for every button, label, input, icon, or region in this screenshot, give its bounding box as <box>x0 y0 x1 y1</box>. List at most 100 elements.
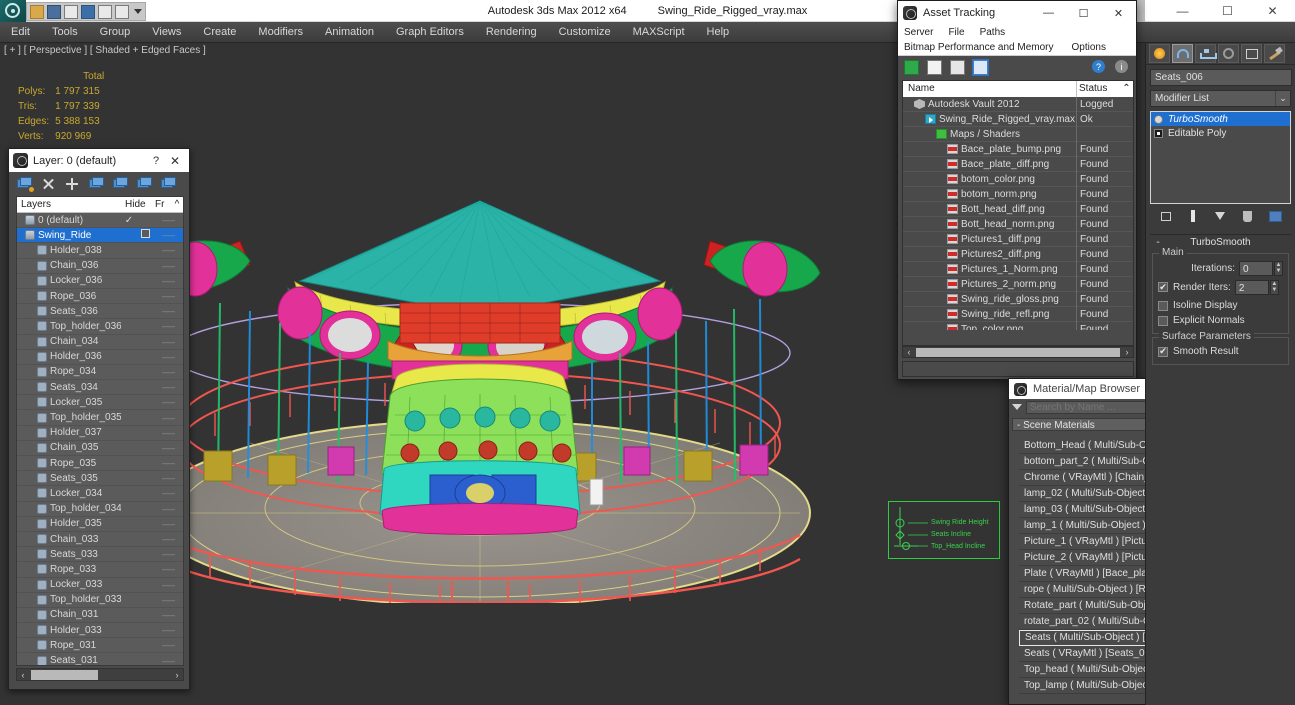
menu-item-modifiers[interactable]: Modifiers <box>247 22 314 43</box>
layer-hide-cell[interactable]: ––– <box>153 245 183 255</box>
layer-hide-cell[interactable]: ––– <box>153 504 183 514</box>
menu-item-create[interactable]: Create <box>192 22 247 43</box>
layer-hide-cell[interactable]: ––– <box>153 519 183 529</box>
asset-scroll-up-icon[interactable]: ⌃ <box>1120 81 1133 97</box>
layer-rows[interactable]: 0 (default) ✓ ––– Swing_Ride ––– Holder_038 ––… <box>17 213 183 665</box>
layer-row[interactable]: Holder_035 ––– <box>17 517 183 532</box>
layer-row[interactable]: Locker_033 ––– <box>17 578 183 593</box>
menu-item-help[interactable]: Help <box>696 22 741 43</box>
layer-current-check[interactable]: ✓ <box>121 215 137 226</box>
maximize-button[interactable]: ☐ <box>1205 0 1250 22</box>
material-browser-menu-icon[interactable] <box>1012 404 1022 410</box>
layer-row[interactable]: Chain_035 ––– <box>17 441 183 456</box>
smooth-result-checkbox[interactable]: ✔ <box>1158 346 1168 357</box>
asset-menu-file[interactable]: File <box>948 25 964 40</box>
layer-row[interactable]: Top_holder_033 ––– <box>17 593 183 608</box>
layer-scroll-up-icon[interactable]: ^ <box>171 197 183 212</box>
close-button[interactable]: ✕ <box>1250 0 1295 22</box>
render-iters-spinner[interactable]: ▲ ▼ <box>1269 279 1279 295</box>
layer-hide-cell[interactable]: ––– <box>153 306 183 316</box>
asset-horizontal-scrollbar[interactable]: ‹ › <box>902 346 1134 358</box>
render-iters-checkbox[interactable]: ✔ <box>1158 282 1168 292</box>
layer-row[interactable]: Rope_033 ––– <box>17 562 183 578</box>
layer-hide-cell[interactable]: ––– <box>153 261 183 271</box>
asset-row[interactable]: Bott_head_diff.png Found <box>903 201 1133 217</box>
layer-row[interactable]: Seats_031 ––– <box>17 653 183 665</box>
layer-hide-cell[interactable]: ––– <box>153 230 183 240</box>
remove-modifier-icon[interactable] <box>1240 209 1256 223</box>
layer-hide-cell[interactable]: ––– <box>153 321 183 331</box>
asset-menu-options[interactable]: Options <box>1072 40 1106 55</box>
asset-menu-bitmap-performance-and-memory[interactable]: Bitmap Performance and Memory <box>904 40 1054 55</box>
explicit-normals-checkbox[interactable] <box>1158 315 1168 326</box>
layer-scroll-left-icon[interactable]: ‹ <box>17 670 29 680</box>
add-selection-to-layer-icon[interactable] <box>137 177 152 191</box>
minimize-button[interactable]: — <box>1160 0 1205 22</box>
layer-row[interactable]: Rope_034 ––– <box>17 365 183 381</box>
layer-hide-cell[interactable]: ––– <box>153 595 183 605</box>
tab-create[interactable] <box>1149 44 1170 63</box>
layer-row[interactable]: Chain_034 ––– <box>17 335 183 350</box>
layer-row[interactable]: Seats_033 ––– <box>17 547 183 563</box>
asset-row[interactable]: Bott_head_norm.png Found <box>903 216 1133 232</box>
layer-row[interactable]: Chain_036 ––– <box>17 259 183 274</box>
highlight-selected-objects-icon[interactable] <box>113 177 128 191</box>
layer-hide-cell[interactable]: ––– <box>153 352 183 362</box>
asset-scroll-left-icon[interactable]: ‹ <box>903 347 915 357</box>
asset-scroll-thumb[interactable] <box>916 347 1120 357</box>
layer-row[interactable]: Rope_035 ––– <box>17 456 183 472</box>
layer-row[interactable]: Top_holder_035 ––– <box>17 410 183 426</box>
asset-row[interactable]: Bace_plate_bump.png Found <box>903 141 1133 157</box>
layer-hide-cell[interactable]: ––– <box>153 215 183 225</box>
menu-item-animation[interactable]: Animation <box>314 22 385 43</box>
layer-hide-cell[interactable]: ––– <box>153 337 183 347</box>
tab-display[interactable] <box>1241 44 1262 63</box>
layer-render-toggle[interactable] <box>137 229 153 241</box>
layer-hide-cell[interactable]: ––– <box>153 656 183 665</box>
add-to-layer-icon[interactable] <box>65 177 80 191</box>
layer-row[interactable]: Locker_034 ––– <box>17 486 183 502</box>
layer-hide-cell[interactable]: ––– <box>153 625 183 635</box>
tab-hierarchy[interactable] <box>1195 44 1217 63</box>
asset-row[interactable]: Pictures_1_Norm.png Found <box>903 261 1133 277</box>
asset-row[interactable]: Autodesk Vault 2012 Logged <box>903 97 1133 112</box>
asset-row[interactable]: Pictures1_diff.png Found <box>903 231 1133 247</box>
iterations-value[interactable]: 0 <box>1239 260 1273 276</box>
asset-close-button[interactable]: ✕ <box>1101 7 1136 20</box>
layer-hide-cell[interactable]: ––– <box>153 458 183 468</box>
layer-hide-cell[interactable]: ––– <box>153 549 183 559</box>
layer-hide-cell[interactable]: ––– <box>153 276 183 286</box>
thumbnail-view-icon[interactable] <box>950 60 965 75</box>
asset-menu-paths[interactable]: Paths <box>980 25 1006 40</box>
base-object-icon[interactable] <box>1154 128 1163 138</box>
pin-stack-icon[interactable] <box>1158 209 1174 223</box>
layer-row[interactable]: Seats_034 ––– <box>17 380 183 396</box>
modifier-list-dropdown[interactable]: Modifier List ⌄ <box>1150 90 1291 107</box>
isoline-display-checkbox[interactable] <box>1158 300 1168 311</box>
layer-hide-cell[interactable]: ––– <box>153 382 183 392</box>
render-iters-value[interactable]: 2 <box>1234 279 1269 295</box>
delete-layer-icon[interactable] <box>41 177 56 191</box>
layer-row[interactable]: Holder_037 ––– <box>17 426 183 441</box>
layer-hide-cell[interactable]: ––– <box>153 610 183 620</box>
layer-row[interactable]: 0 (default) ✓ ––– <box>17 213 183 229</box>
modifier-stack[interactable]: TurboSmooth Editable Poly <box>1150 111 1291 204</box>
layer-dialog-help-button[interactable]: ? <box>147 155 165 167</box>
layer-dialog-close-button[interactable]: ✕ <box>165 154 185 168</box>
layer-hide-cell[interactable]: ––– <box>153 640 183 650</box>
layer-hide-cell[interactable]: ––– <box>153 291 183 301</box>
menu-item-customize[interactable]: Customize <box>548 22 622 43</box>
modifier-stack-item[interactable]: Editable Poly <box>1151 126 1290 140</box>
layer-scroll-right-icon[interactable]: › <box>171 670 183 680</box>
tab-utilities[interactable] <box>1264 44 1285 63</box>
menu-item-views[interactable]: Views <box>141 22 192 43</box>
layer-hide-cell[interactable]: ––– <box>153 428 183 438</box>
modifier-stack-item[interactable]: TurboSmooth <box>1151 112 1290 126</box>
layer-row[interactable]: Seats_035 ––– <box>17 471 183 487</box>
layer-hide-cell[interactable]: ––– <box>153 580 183 590</box>
layer-horizontal-scrollbar[interactable]: ‹ › <box>16 668 184 681</box>
asset-grid[interactable]: Name Status ⌃ Autodesk Vault 2012 Logged S… <box>902 80 1134 346</box>
layer-scroll-thumb[interactable] <box>31 669 98 680</box>
asset-row[interactable]: Bace_plate_diff.png Found <box>903 156 1133 172</box>
make-unique-icon[interactable] <box>1212 209 1228 223</box>
